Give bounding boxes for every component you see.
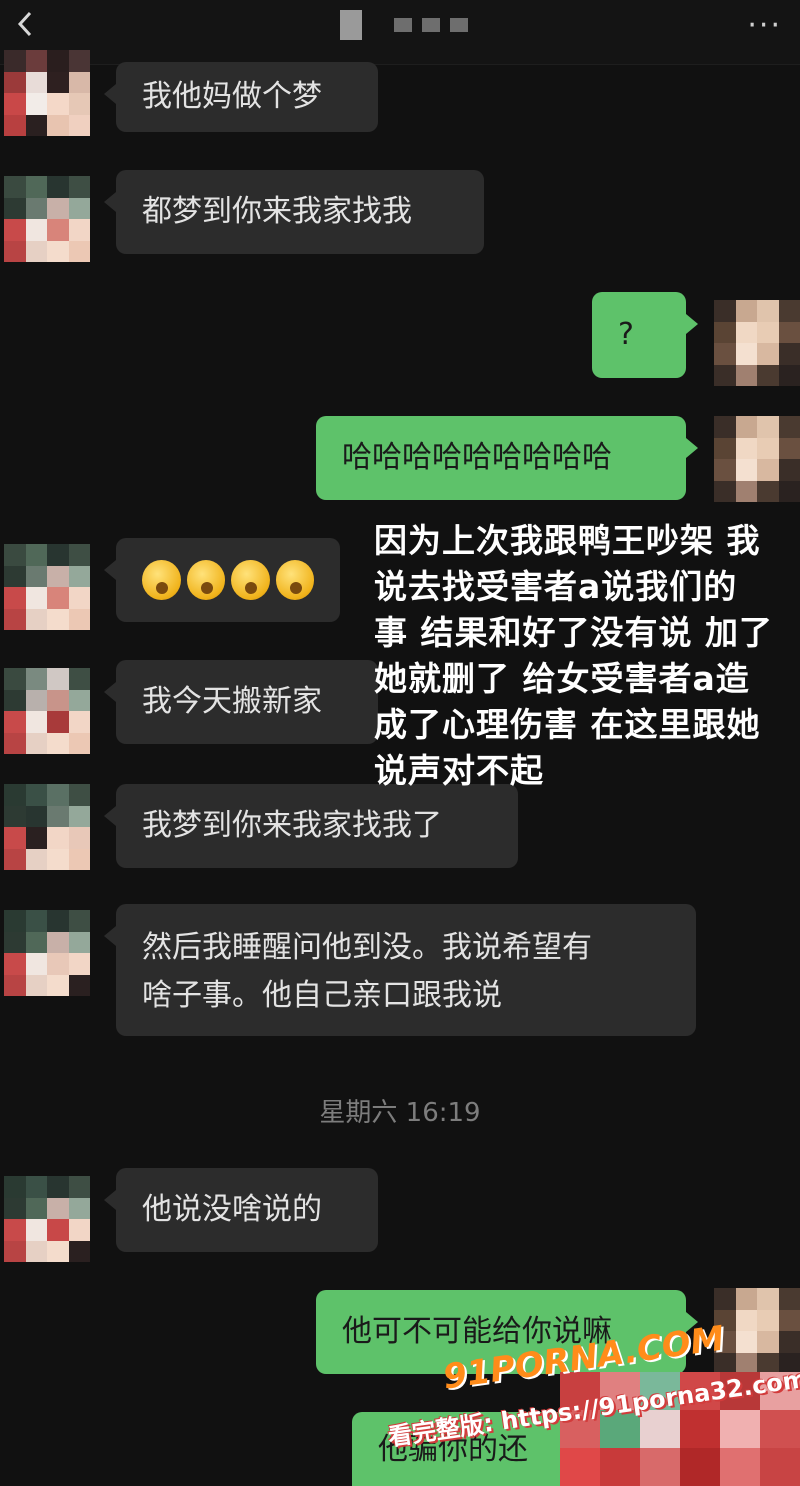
message-bubble-incoming[interactable]: 都梦到你来我家找我 <box>104 170 484 254</box>
overlay-caption: 因为上次我跟鸭王吵架 我 说去找受害者a说我们的 事 结果和好了没有说 加了 她… <box>374 521 773 790</box>
back-arrow-icon[interactable] <box>12 10 40 38</box>
message-line: 啥子事。他自己亲口跟我说 <box>142 978 502 1013</box>
message-bubble-outgoing[interactable]: 哈哈哈哈哈哈哈哈哈 <box>316 416 698 500</box>
my-avatar[interactable] <box>714 416 800 502</box>
message-bubble-incoming[interactable]: 然后我睡醒问他到没。我说希望有 啥子事。他自己亲口跟我说 <box>104 904 696 1036</box>
chat-header: ··· <box>0 0 800 65</box>
message-bubble-incoming[interactable] <box>104 538 340 622</box>
avatar[interactable] <box>4 50 90 136</box>
avatar[interactable] <box>4 176 90 262</box>
avatar[interactable] <box>4 544 90 630</box>
message-bubble-incoming[interactable]: 我梦到你来我家找我了 <box>104 784 518 868</box>
avatar[interactable] <box>4 784 90 870</box>
my-avatar[interactable] <box>714 300 800 386</box>
sleepy-face-icon <box>186 560 225 600</box>
message-bubble-incoming[interactable]: 他说没啥说的 <box>104 1168 378 1252</box>
message-bubble-incoming[interactable]: 我今天搬新家 <box>104 660 378 744</box>
avatar[interactable] <box>4 910 90 996</box>
contact-name-pixelated <box>340 10 468 40</box>
avatar[interactable] <box>4 668 90 754</box>
avatar[interactable] <box>4 1176 90 1262</box>
message-bubble-outgoing[interactable]: ? <box>592 292 698 378</box>
message-line: 然后我睡醒问他到没。我说希望有 <box>142 930 592 965</box>
timestamp: 星期六 16:19 <box>319 1098 481 1128</box>
message-bubble-incoming[interactable]: 我他妈做个梦 <box>104 62 378 132</box>
sleepy-face-icon <box>275 560 314 600</box>
sleepy-face-icon <box>231 560 270 600</box>
sleepy-face-icon <box>142 560 181 600</box>
emoji-row <box>142 538 314 622</box>
more-options-icon[interactable]: ··· <box>747 8 782 43</box>
